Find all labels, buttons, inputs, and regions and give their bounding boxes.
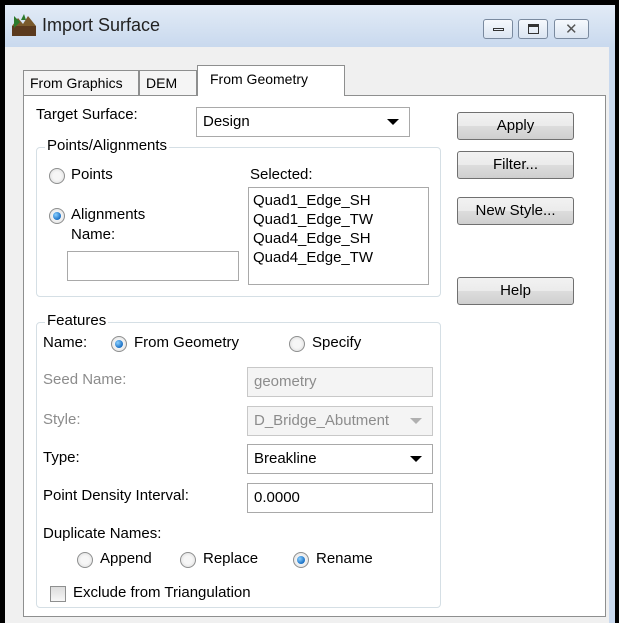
chevron-down-icon — [410, 418, 422, 424]
window-title: Import Surface — [42, 15, 161, 35]
name-label: Name: — [71, 226, 116, 243]
help-button[interactable]: Help — [457, 277, 574, 305]
list-item[interactable]: Quad4_Edge_TW — [253, 248, 424, 267]
client-area: From Graphics DEM From Geometry Target S… — [5, 47, 615, 623]
density-input[interactable]: 0.0000 — [247, 483, 433, 513]
replace-radio[interactable] — [180, 552, 196, 568]
style-value: D_Bridge_Abutment — [254, 412, 390, 429]
alignments-radio[interactable] — [49, 208, 65, 224]
import-surface-dialog: Import Surface ✕ From Graphics DEM From … — [5, 5, 615, 623]
tab-panel-from-geometry: Target Surface: Design Points/Alignments… — [23, 95, 606, 617]
points-label: Points — [71, 166, 113, 183]
tab-from-graphics[interactable]: From Graphics — [23, 70, 139, 95]
duplicate-names-label: Duplicate Names: — [43, 525, 162, 542]
target-surface-dropdown[interactable]: Design — [196, 107, 410, 137]
append-label: Append — [100, 550, 152, 567]
title-bar[interactable]: Import Surface ✕ — [5, 5, 615, 47]
minimize-icon — [493, 28, 504, 31]
chevron-down-icon — [387, 119, 399, 125]
app-icon — [12, 14, 36, 36]
type-value: Breakline — [254, 450, 317, 467]
replace-label: Replace — [203, 550, 259, 567]
specify-label: Specify — [312, 334, 362, 351]
tab-dem[interactable]: DEM — [139, 70, 197, 95]
exclude-triangulation-label: Exclude from Triangulation — [73, 584, 251, 601]
seed-name-label: Seed Name: — [43, 371, 127, 388]
filter-button[interactable]: Filter... — [457, 151, 574, 179]
points-alignments-title: Points/Alignments — [45, 137, 170, 154]
density-label: Point Density Interval: — [43, 487, 189, 504]
style-dropdown[interactable]: D_Bridge_Abutment — [247, 406, 433, 436]
specify-radio[interactable] — [289, 336, 305, 352]
features-name-label: Name: — [43, 334, 88, 351]
append-radio[interactable] — [77, 552, 93, 568]
selected-label: Selected: — [250, 166, 313, 183]
apply-button[interactable]: Apply — [457, 112, 574, 140]
type-dropdown[interactable]: Breakline — [247, 444, 433, 474]
selected-listbox[interactable]: Quad1_Edge_SH Quad1_Edge_TW Quad4_Edge_S… — [248, 187, 429, 285]
list-item[interactable]: Quad1_Edge_SH — [253, 191, 424, 210]
close-icon: ✕ — [565, 21, 578, 38]
from-geometry-label: From Geometry — [134, 334, 240, 351]
new-style-button[interactable]: New Style... — [457, 197, 574, 225]
maximize-button[interactable] — [518, 19, 548, 39]
tab-from-geometry[interactable]: From Geometry — [197, 65, 345, 96]
rename-radio[interactable] — [293, 552, 309, 568]
alignments-label: Alignments — [71, 206, 146, 223]
style-label: Style: — [43, 411, 81, 428]
target-surface-value: Design — [203, 113, 250, 130]
features-group: Features Name: From Geometry Specify See… — [36, 312, 441, 608]
seed-name-input[interactable]: geometry — [247, 367, 433, 397]
from-geometry-radio[interactable] — [111, 336, 127, 352]
rename-label: Rename — [316, 550, 373, 567]
window-frame: Import Surface ✕ From Graphics DEM From … — [0, 0, 619, 623]
maximize-icon — [528, 24, 539, 34]
type-label: Type: — [43, 449, 80, 466]
alignment-name-input[interactable] — [67, 251, 239, 281]
exclude-triangulation-checkbox[interactable] — [50, 586, 66, 602]
points-alignments-group: Points/Alignments Points Alignments Name… — [36, 137, 441, 297]
points-radio[interactable] — [49, 168, 65, 184]
chevron-down-icon — [410, 456, 422, 462]
list-item[interactable]: Quad1_Edge_TW — [253, 210, 424, 229]
minimize-button[interactable] — [483, 19, 513, 39]
list-item[interactable]: Quad4_Edge_SH — [253, 229, 424, 248]
close-button[interactable]: ✕ — [554, 19, 589, 39]
features-title: Features — [45, 312, 109, 329]
target-surface-label: Target Surface: — [36, 106, 138, 123]
